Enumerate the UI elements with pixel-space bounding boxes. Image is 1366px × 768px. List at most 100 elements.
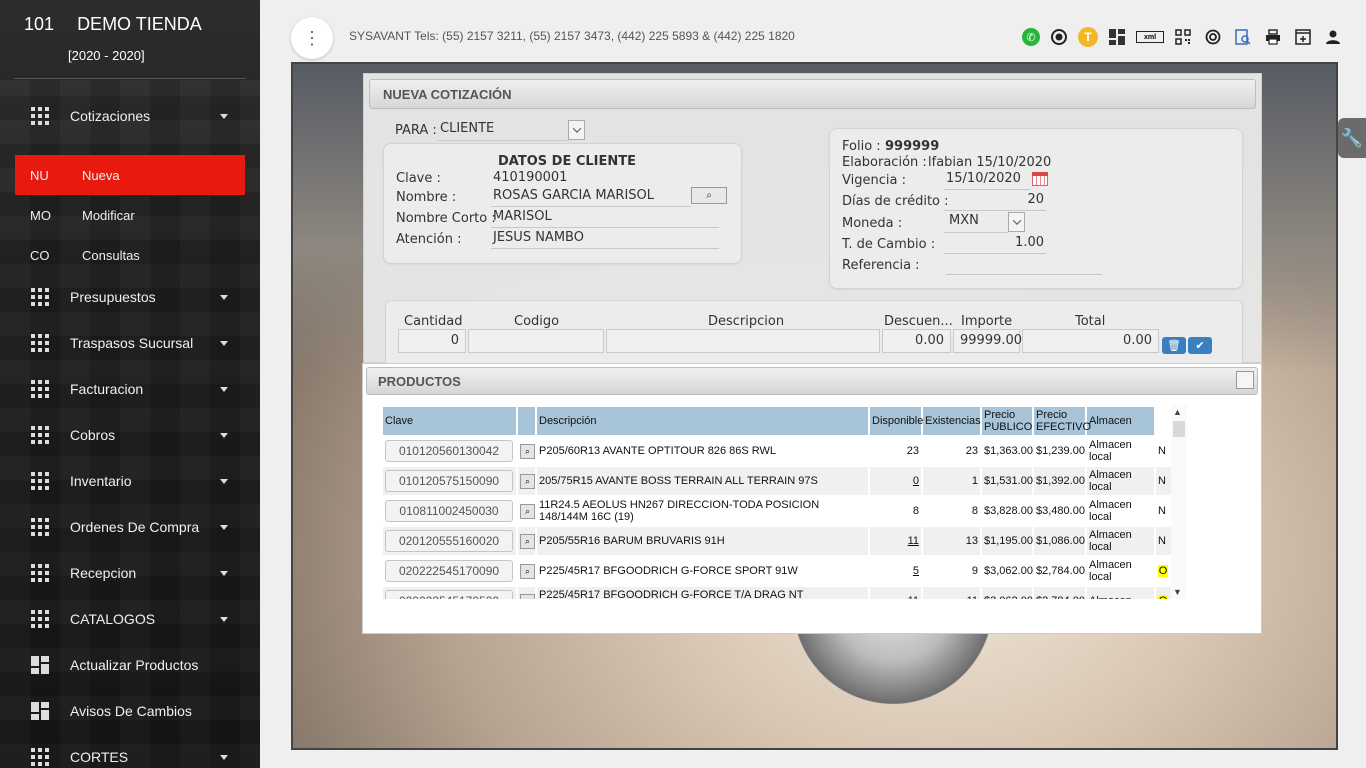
user-icon[interactable] (1322, 26, 1344, 48)
column-header[interactable]: Almacen (1087, 407, 1154, 435)
clave-button[interactable]: 010120575150090 (385, 470, 513, 492)
cantidad-input[interactable]: 0 (398, 329, 466, 353)
sidebar-item-inventario[interactable]: Inventario (0, 466, 260, 496)
disponible-link[interactable]: 0 (913, 475, 919, 487)
magnifier-icon[interactable]: ⌕ (520, 593, 535, 599)
column-header[interactable]: Precio EFECTIVO (1034, 407, 1091, 435)
dias-credito-field[interactable]: 20 (946, 192, 1044, 207)
sidebar-item-facturacion[interactable]: Facturacion (0, 374, 260, 404)
scroll-down-icon[interactable]: ▼ (1173, 587, 1182, 597)
moneda-dropdown-button[interactable] (1008, 212, 1025, 232)
clave-button[interactable]: 020222545170530 (385, 590, 513, 599)
sidebar-item-catalogos[interactable]: CATALOGOS (0, 604, 260, 634)
almacen-value: Almacen local (1089, 529, 1132, 553)
para-select[interactable]: CLIENTE (440, 121, 494, 136)
sidebar-item-traspasos-sucursal[interactable]: Traspasos Sucursal (0, 328, 260, 358)
caret-down-icon (220, 386, 228, 392)
qr-code-icon[interactable] (1172, 26, 1194, 48)
contact-phones: SYSAVANT Tels: (55) 2157 3211, (55) 2157… (349, 29, 795, 43)
sidebar-item-recepcion[interactable]: Recepcion (0, 558, 260, 588)
nombre-corto-field[interactable]: MARISOL (493, 209, 552, 224)
more-options-button[interactable]: ⋮ (291, 17, 333, 59)
submenu-item-consultas[interactable]: CO Consultas (15, 235, 245, 275)
close-products-button[interactable] (1236, 371, 1254, 389)
column-header[interactable]: Descripción (537, 407, 868, 435)
target-icon[interactable] (1202, 26, 1224, 48)
vigencia-label: Vigencia : (842, 173, 906, 188)
magnifier-icon[interactable]: ⌕ (520, 473, 535, 489)
scroll-thumb[interactable] (1173, 421, 1185, 437)
sidebar-item-cortes[interactable]: CORTES (0, 742, 260, 768)
vigencia-field[interactable]: 15/10/2020 (946, 171, 1021, 186)
para-dropdown-button[interactable] (568, 120, 585, 140)
xml-icon[interactable]: xml (1136, 31, 1164, 43)
magnifier-icon[interactable]: ⌕ (520, 563, 535, 579)
table-row[interactable]: 020222545170530 ⌕ P225/45R17 BFGOODRICH G-… (383, 587, 1173, 599)
company-code: 101 (24, 14, 55, 34)
wrench-icon[interactable]: 🔧 (1338, 118, 1366, 158)
clave-button[interactable]: 020222545170090 (385, 560, 513, 582)
submenu-item-nueva[interactable]: NU Nueva (15, 155, 245, 195)
magnifier-icon[interactable]: ⌕ (520, 443, 535, 459)
tipo-cambio-field[interactable]: 1.00 (946, 235, 1044, 250)
submenu-item-modificar[interactable]: MO Modificar (15, 195, 245, 235)
sidebar-item-actualizar-productos[interactable]: Actualizar Productos (0, 650, 260, 680)
clave-field[interactable]: 410190001 (493, 170, 567, 185)
magnifier-icon[interactable]: ⌕ (520, 503, 535, 519)
dias-credito-label: Días de crédito : (842, 194, 949, 209)
table-row[interactable]: 020120555160020 ⌕ P205/55R16 BARUM BRUVARI… (383, 527, 1173, 555)
folio-value: 999999 (885, 139, 940, 154)
new-window-icon[interactable] (1292, 26, 1314, 48)
support-agent-icon[interactable] (1048, 26, 1070, 48)
column-header[interactable] (518, 407, 535, 435)
column-header[interactable]: Precio PUBLICO (982, 407, 1032, 435)
sidebar-item-label: Ordenes De Compra (70, 519, 200, 535)
t-coin-icon[interactable]: T (1078, 27, 1098, 47)
disponible-link[interactable]: 11 (908, 535, 919, 547)
table-row[interactable]: 010811002450030 ⌕ 11R24.5 AEOLUS HN267 DIR… (383, 497, 1173, 525)
tcambio-underline (944, 253, 1046, 254)
table-row[interactable]: 010120575150090 ⌕ 205/75R15 AVANTE BOSS TE… (383, 467, 1173, 495)
total-input[interactable]: 0.00 (1022, 329, 1159, 353)
sidebar-item-cotizaciones[interactable]: Cotizaciones (0, 101, 260, 131)
products-panel: PRODUCTOS Clave Descripción Disponible Exis… (362, 363, 1262, 634)
precio-efectivo-value: $2,784.00 (1036, 595, 1085, 599)
magnifier-icon[interactable]: ⌕ (520, 533, 535, 549)
dashboard-icon[interactable] (1106, 26, 1128, 48)
sidebar: 101 DEMO TIENDA [2020 - 2020] Cotizacion… (0, 0, 260, 768)
whatsapp-icon[interactable]: ✆ (1022, 28, 1040, 46)
products-scrollbar[interactable]: ▲ ▼ (1171, 405, 1187, 599)
descuento-input[interactable]: 0.00 (882, 329, 951, 353)
column-header[interactable]: Disponible (870, 407, 923, 435)
sidebar-item-cobros[interactable]: Cobros (0, 420, 260, 450)
atencion-field[interactable]: JESUS NAMBO (493, 230, 584, 245)
nombre-field[interactable]: ROSAS GARCIA MARISOL (493, 188, 654, 203)
more-vert-icon: ⋮ (303, 28, 321, 48)
document-search-icon[interactable] (1232, 26, 1254, 48)
accept-line-button[interactable]: ✔ (1188, 337, 1212, 354)
moneda-select[interactable]: MXN (949, 213, 979, 228)
sidebar-item-presupuestos[interactable]: Presupuestos (0, 282, 260, 312)
table-row[interactable]: 020222545170090 ⌕ P225/45R17 BFGOODRICH G-… (383, 557, 1173, 585)
disponible-link[interactable]: 5 (913, 565, 919, 577)
disponible-value: 11 (908, 595, 919, 599)
clave-button[interactable]: 020120555160020 (385, 530, 513, 552)
codigo-input[interactable] (468, 329, 604, 353)
table-row[interactable]: 010120560130042 ⌕ P205/60R13 AVANTE OPTITO… (383, 437, 1173, 465)
column-header[interactable]: Clave (383, 407, 516, 435)
delete-line-button[interactable]: 🗑 (1162, 337, 1186, 354)
clave-button[interactable]: 010120560130042 (385, 440, 513, 462)
importe-input[interactable]: 99999.00 (953, 329, 1022, 353)
tipo-cambio-label: T. de Cambio : (842, 237, 936, 252)
calendar-icon[interactable] (1032, 172, 1048, 186)
referencia-label: Referencia : (842, 258, 920, 273)
client-search-button[interactable]: ⌕ (691, 187, 727, 204)
scroll-up-icon[interactable]: ▲ (1173, 407, 1182, 417)
clave-button[interactable]: 010811002450030 (385, 500, 513, 522)
sidebar-item-avisos-de-cambios[interactable]: Avisos De Cambios (0, 696, 260, 726)
column-header[interactable]: Existencias (923, 407, 981, 435)
descripcion-input[interactable] (606, 329, 880, 353)
sidebar-item-label: Cotizaciones (70, 108, 151, 124)
printer-icon[interactable] (1262, 26, 1284, 48)
sidebar-item-ordenes-de-compra[interactable]: Ordenes De Compra (0, 512, 260, 542)
